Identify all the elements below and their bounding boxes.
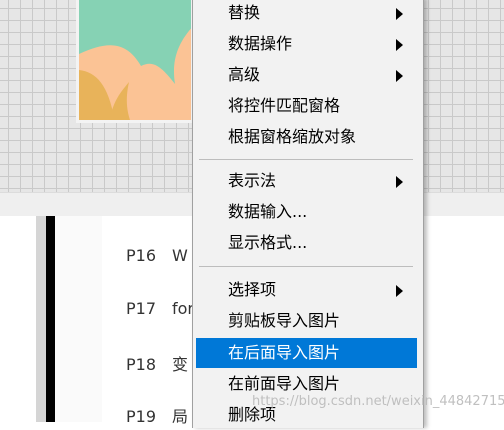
menu-item-label: 剪贴板导入图片 bbox=[228, 311, 341, 330]
menu-item-label: 在前面导入图片 bbox=[228, 374, 341, 393]
panel-scroll-track bbox=[36, 216, 46, 422]
param-row-p16: P16 W bbox=[126, 246, 188, 265]
submenu-arrow-icon bbox=[396, 176, 403, 188]
menu-item-label: 替换 bbox=[228, 3, 261, 22]
picture-control[interactable] bbox=[76, 0, 194, 123]
menu-item-label: 在后面导入图片 bbox=[228, 343, 341, 362]
menu-item-import-from-clipboard[interactable]: 剪贴板导入图片 bbox=[196, 306, 417, 336]
param-text: W bbox=[172, 246, 188, 265]
context-menu: 替换 数据操作 高级 将控件匹配窗格 根据窗格缩放对象 表示法 数据输入... … bbox=[192, 0, 424, 428]
watermark-url: https://blog.csdn.net/weixin_44842715 bbox=[252, 394, 504, 409]
param-id: P16 bbox=[126, 246, 157, 265]
menu-item-label: 根据窗格缩放对象 bbox=[228, 127, 357, 146]
submenu-arrow-icon bbox=[396, 8, 403, 20]
menu-item-import-picture-behind[interactable]: 在后面导入图片 bbox=[196, 338, 417, 368]
menu-item-label: 数据输入... bbox=[228, 202, 308, 221]
menu-item-scale-object-with-pane[interactable]: 根据窗格缩放对象 bbox=[196, 122, 417, 152]
picture-image bbox=[79, 0, 191, 120]
param-row-p19: P19 局 bbox=[126, 403, 188, 427]
menu-item-representation[interactable]: 表示法 bbox=[196, 166, 417, 196]
menu-item-label: 表示法 bbox=[228, 171, 277, 190]
menu-separator bbox=[199, 266, 413, 267]
panel-gutter bbox=[55, 216, 102, 422]
panel-border bbox=[46, 216, 55, 422]
param-id: P18 bbox=[126, 355, 157, 374]
param-text: for bbox=[172, 299, 194, 318]
menu-item-label: 选择项 bbox=[228, 280, 277, 299]
submenu-arrow-icon bbox=[396, 285, 403, 297]
menu-separator bbox=[199, 159, 413, 160]
param-id: P19 bbox=[126, 407, 157, 426]
param-row-p18: P18 变 bbox=[126, 351, 188, 375]
menu-item-label: 显示格式... bbox=[228, 233, 308, 252]
menu-item-label: 数据操作 bbox=[228, 34, 293, 53]
param-id: P17 bbox=[126, 299, 157, 318]
menu-item-data-operations[interactable]: 数据操作 bbox=[196, 29, 417, 59]
submenu-arrow-icon bbox=[396, 70, 403, 82]
param-text: 局 bbox=[172, 407, 189, 426]
menu-item-label: 将控件匹配窗格 bbox=[228, 96, 341, 115]
menu-item-advanced[interactable]: 高级 bbox=[196, 60, 417, 90]
menu-item-data-entry[interactable]: 数据输入... bbox=[196, 197, 417, 227]
menu-item-replace[interactable]: 替换 bbox=[196, 0, 417, 28]
menu-item-options[interactable]: 选择项 bbox=[196, 275, 417, 305]
param-text: 变 bbox=[172, 355, 189, 374]
menu-item-fit-control-to-pane[interactable]: 将控件匹配窗格 bbox=[196, 91, 417, 121]
menu-item-display-format[interactable]: 显示格式... bbox=[196, 228, 417, 258]
menu-item-label: 高级 bbox=[228, 65, 261, 84]
param-row-p17: P17 for bbox=[126, 299, 194, 318]
submenu-arrow-icon bbox=[396, 39, 403, 51]
